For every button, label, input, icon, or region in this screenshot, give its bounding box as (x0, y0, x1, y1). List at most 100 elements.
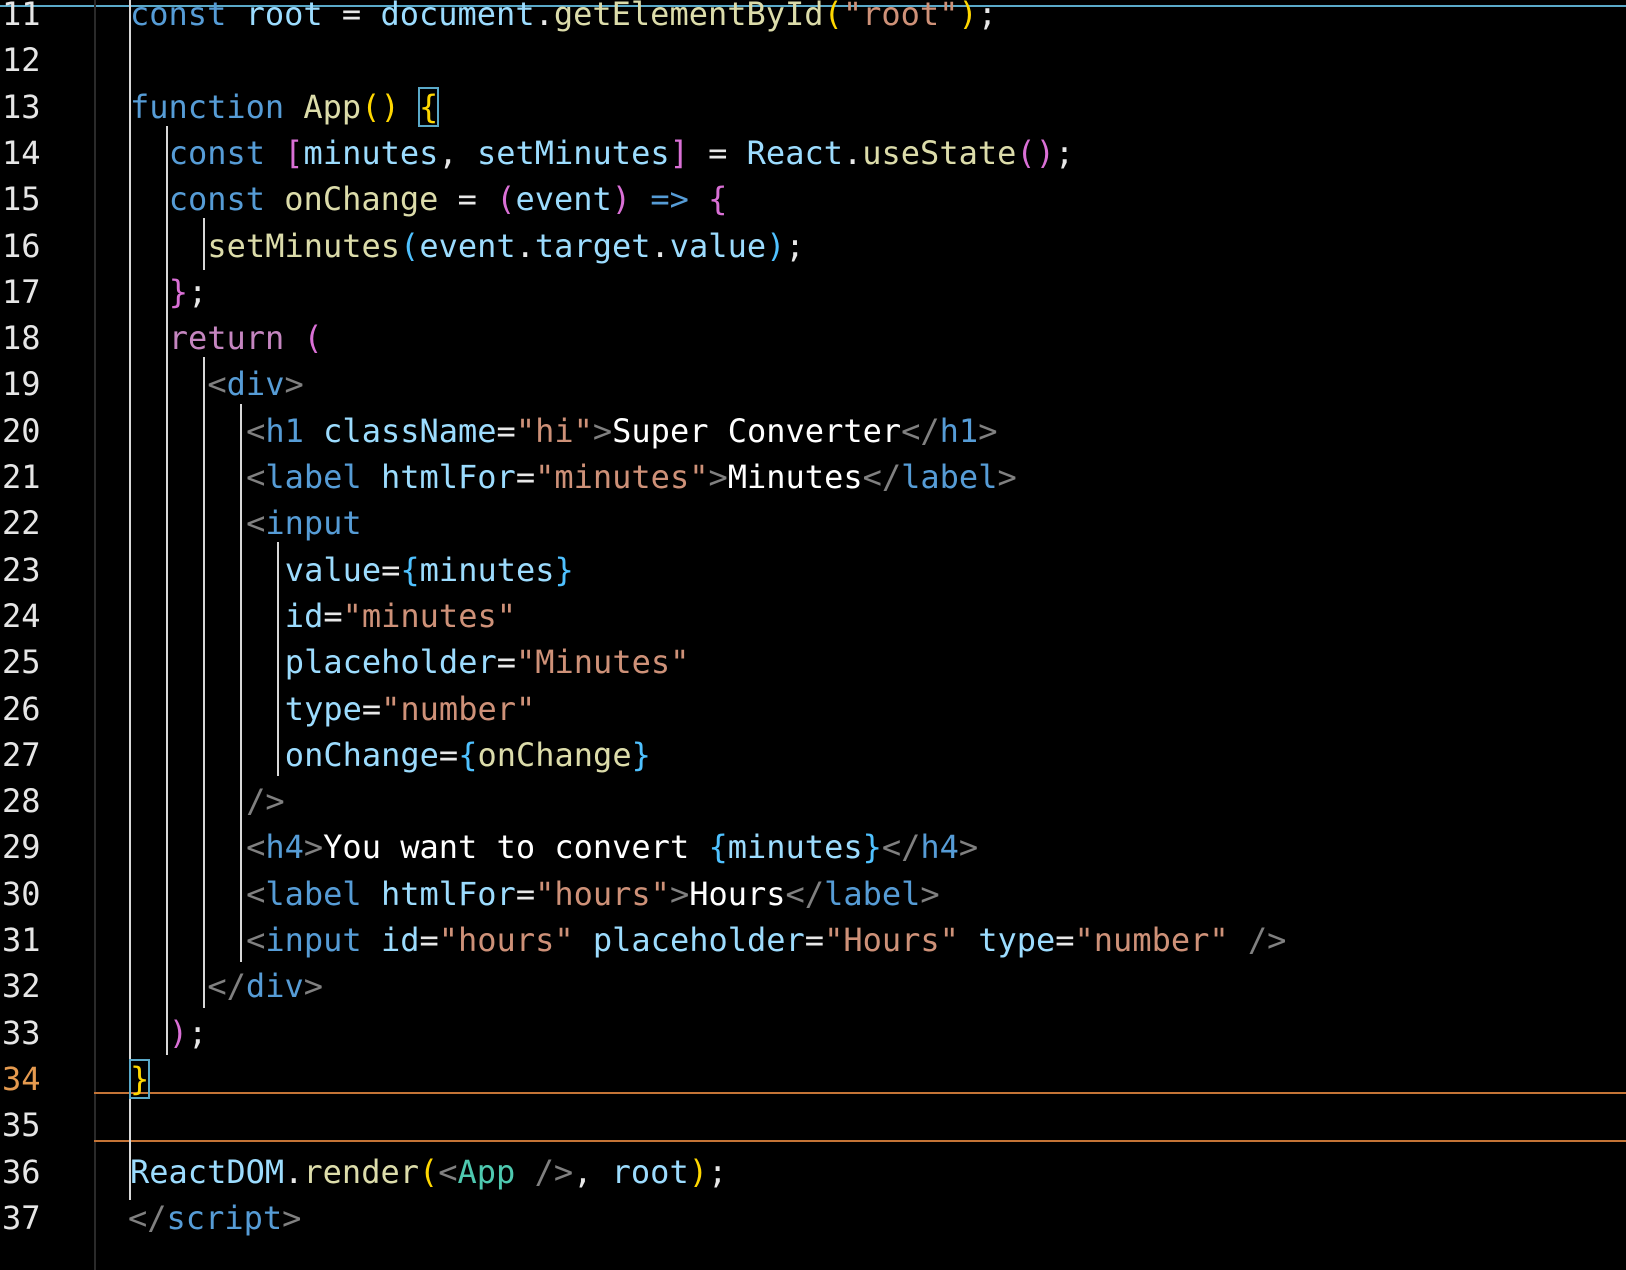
code-line[interactable]: 23 value={minutes} (0, 546, 1626, 594)
code-line[interactable]: 11 const root = document.getElementById("… (0, 0, 1626, 38)
code-token: . (650, 226, 670, 265)
code-line[interactable]: 20 <h1 className="hi">Super Converter</h1… (0, 407, 1626, 455)
code-token: } (168, 272, 188, 311)
code-token: htmlFor (380, 458, 516, 496)
code-token: ] (669, 133, 689, 172)
line-code[interactable]: onChange={onChange} (285, 731, 651, 779)
code-token: return (168, 319, 285, 358)
line-code[interactable]: <label htmlFor="hours">Hours</label> (246, 870, 940, 918)
line-code[interactable]: } (128, 1055, 151, 1103)
code-line[interactable]: 14 const [minutes, setMinutes] = React.us… (0, 129, 1626, 177)
line-code[interactable]: <label htmlFor="minutes">Minutes</label> (246, 453, 1017, 501)
line-number: 32 (2, 967, 41, 1006)
code-line[interactable]: 18 return ( (0, 314, 1626, 362)
code-token: function (130, 87, 285, 126)
code-line[interactable]: 22 <input (0, 499, 1626, 547)
code-token: [ (284, 133, 304, 172)
code-line[interactable]: 27 onChange={onChange} (0, 731, 1626, 779)
code-token: label (824, 874, 921, 913)
line-code[interactable]: return ( (169, 314, 323, 362)
line-code[interactable]: <div> (207, 360, 303, 408)
code-token: const (168, 133, 266, 172)
line-code[interactable]: }; (169, 268, 208, 316)
code-token: > (920, 874, 940, 913)
line-code[interactable]: value={minutes} (285, 546, 574, 594)
code-line[interactable]: 36 ReactDOM.render(<App />, root); (0, 1148, 1626, 1196)
code-line[interactable]: 35 (0, 1101, 1626, 1149)
code-line[interactable]: 29 <h4>You want to convert {minutes}</h4> (0, 823, 1626, 871)
code-token: div (226, 365, 285, 404)
code-token: setMinutes (207, 226, 401, 265)
code-line[interactable]: 28 /> (0, 777, 1626, 825)
line-number: 23 (2, 550, 41, 589)
line-number: 19 (2, 365, 41, 404)
code-line[interactable]: 34} (0, 1055, 1626, 1103)
code-token: "hours" (535, 874, 670, 913)
code-line[interactable]: 31 <input id="hours" placeholder="Hours" … (0, 916, 1626, 964)
code-token: ; (187, 272, 208, 311)
code-token: > (592, 411, 613, 450)
code-line[interactable]: 17}; (0, 268, 1626, 316)
line-number: 29 (2, 828, 41, 867)
line-code[interactable]: const [minutes, setMinutes] = React.useS… (169, 129, 1074, 177)
line-code[interactable]: ); (169, 1009, 208, 1057)
line-number: 28 (2, 782, 41, 821)
line-code[interactable]: <h1 className="hi">Super Converter</h1> (246, 407, 997, 455)
code-token: </ (207, 967, 246, 1006)
code-token: event (419, 226, 516, 265)
code-line[interactable]: 15 const onChange = (event) => { (0, 175, 1626, 223)
code-token: = (419, 921, 439, 959)
code-line[interactable]: 33); (0, 1009, 1626, 1057)
line-number: 22 (2, 504, 41, 543)
code-token: , (438, 133, 477, 172)
code-line[interactable]: 13 function App() { (0, 83, 1626, 131)
code-line[interactable]: 30 <label htmlFor="hours">Hours</label> (0, 870, 1626, 918)
code-token: "number" (381, 689, 536, 728)
code-token: Super Converter (612, 411, 902, 450)
code-token: root (245, 0, 323, 33)
line-number: 34 (2, 1059, 41, 1098)
code-token: const (130, 0, 227, 33)
line-code[interactable]: <input (246, 499, 362, 547)
line-code[interactable]: <input id="hours" placeholder="Hours" ty… (246, 916, 1286, 964)
code-line[interactable]: 19 <div> (0, 360, 1626, 408)
code-token: h4 (265, 828, 304, 867)
code-token: getElementById (553, 0, 824, 33)
line-code[interactable]: placeholder="Minutes" (285, 638, 690, 686)
code-line[interactable]: 26 type="number" (0, 685, 1626, 733)
line-code[interactable]: </div> (207, 962, 323, 1010)
code-token: > (303, 967, 323, 1006)
code-line[interactable]: 24 id="minutes" (0, 592, 1626, 640)
code-line[interactable]: 32 </div> (0, 962, 1626, 1010)
code-token: ; (707, 1152, 728, 1191)
code-token: event (515, 180, 612, 219)
line-code[interactable]: setMinutes(event.target.value); (207, 222, 804, 270)
line-code[interactable]: const onChange = (event) => { (169, 175, 728, 223)
line-code[interactable]: function App() { (130, 83, 440, 131)
line-code[interactable]: id="minutes" (285, 592, 516, 640)
code-token: < (246, 828, 266, 867)
line-code[interactable]: /> (246, 777, 285, 825)
line-code[interactable]: type="number" (285, 685, 535, 733)
line-code[interactable]: const root = document.getElementById("ro… (130, 0, 997, 38)
code-line[interactable]: 25 placeholder="Minutes" (0, 638, 1626, 686)
code-token: ) (168, 1013, 188, 1052)
code-line[interactable]: 12 (0, 36, 1626, 84)
code-token: minutes (419, 550, 555, 589)
code-token: = (804, 921, 825, 959)
code-line[interactable]: 37 </script> (0, 1194, 1626, 1242)
line-code[interactable]: ReactDOM.render(<App />, root); (130, 1148, 727, 1196)
code-line[interactable]: 16 setMinutes(event.target.value); (0, 222, 1626, 270)
line-code[interactable]: </script> (128, 1194, 301, 1242)
code-line[interactable]: 21 <label htmlFor="minutes">Minutes</labe… (0, 453, 1626, 501)
line-number: 11 (2, 0, 41, 33)
code-editor[interactable]: 11 const root = document.getElementById("… (0, 0, 1626, 1270)
line-number: 36 (2, 1152, 41, 1191)
line-code[interactable]: <h4>You want to convert {minutes}</h4> (246, 823, 978, 871)
